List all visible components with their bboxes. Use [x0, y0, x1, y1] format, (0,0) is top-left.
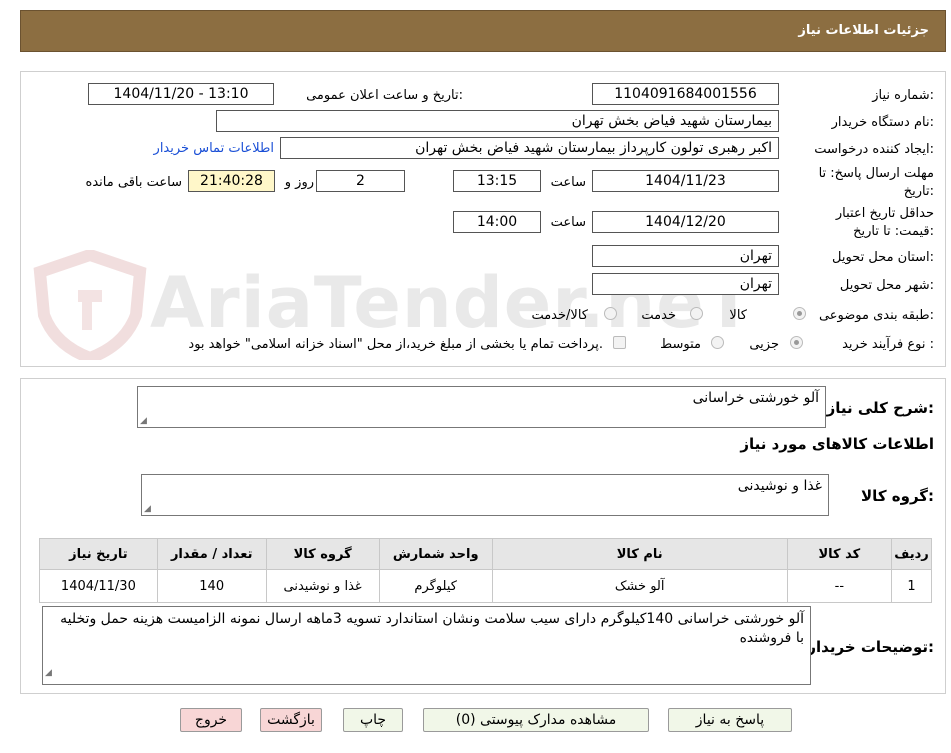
- buyer-notes-label: توضیحات خریدار:: [807, 638, 934, 656]
- page-header: جزئیات اطلاعات نیاز: [20, 10, 946, 52]
- table-row[interactable]: 1 -- آلو خشک کیلوگرم غذا و نوشیدنی 140 1…: [39, 569, 932, 603]
- cell-row-number: 1: [891, 569, 932, 603]
- goods-info-title: اطلاعات کالاهای مورد نیاز: [740, 435, 934, 453]
- col-header-group: گروه کالا: [265, 538, 380, 570]
- cell-name: آلو خشک: [491, 569, 788, 603]
- watermark-shield-icon: [30, 248, 150, 365]
- buyer-notes-text: آلو خورشتی خراسانی 140کیلوگرم دارای سیب …: [60, 611, 804, 646]
- treasury-payment-note: پرداخت تمام یا بخشی از مبلغ خرید،از محل …: [188, 337, 603, 352]
- deadline-time-label: ساعت: [550, 175, 586, 190]
- category-option-service: خدمت: [641, 308, 676, 323]
- print-button[interactable]: چاپ: [343, 708, 403, 732]
- resize-grip-icon: ◢: [140, 416, 147, 426]
- province-label: استان محل تحویل:: [832, 250, 934, 265]
- col-header-need-date: تاریخ نیاز: [39, 538, 158, 570]
- category-radio-goods-service[interactable]: [604, 307, 617, 320]
- process-radio-medium[interactable]: [711, 336, 724, 349]
- deadline-label: مهلت ارسال پاسخ: تا تاریخ:: [818, 166, 934, 199]
- validity-time-field: 14:00: [453, 211, 541, 233]
- city-label: شهر محل تحویل:: [839, 278, 934, 293]
- buyer-org-label: نام دستگاه خریدار:: [831, 115, 934, 130]
- buyer-contact-link[interactable]: اطلاعات تماس خریدار: [154, 141, 274, 156]
- reply-to-need-button[interactable]: پاسخ به نیاز: [668, 708, 792, 732]
- buyer-org-field: بیمارستان شهید فیاض بخش تهران: [216, 110, 779, 132]
- announce-label: تاریخ و ساعت اعلان عمومی:: [306, 88, 463, 103]
- buyer-notes-textarea: آلو خورشتی خراسانی 140کیلوگرم دارای سیب …: [42, 606, 811, 685]
- process-radio-partial[interactable]: [790, 336, 803, 349]
- city-field: تهران: [592, 273, 779, 295]
- category-option-goods: کالا: [729, 308, 747, 323]
- goods-group-text: غذا و نوشیدنی: [737, 478, 822, 494]
- category-option-goods-service: کالا/خدمت: [531, 308, 588, 323]
- treasury-payment-checkbox[interactable]: [613, 336, 626, 349]
- summary-label: شرح کلی نیاز:: [826, 399, 934, 417]
- process-label: نوع فرآیند خرید :: [842, 337, 934, 352]
- col-header-code: کد کالا: [786, 538, 893, 570]
- category-radio-service[interactable]: [690, 307, 703, 320]
- page-title: جزئیات اطلاعات نیاز: [798, 23, 929, 38]
- items-table: ردیف کد کالا نام کالا واحد شمارش گروه کا…: [39, 538, 932, 603]
- cell-quantity: 140: [156, 569, 267, 603]
- need-number-label: شماره نیاز:: [872, 88, 934, 103]
- remaining-label: ساعت باقی مانده: [85, 175, 182, 190]
- validity-date-field: 1404/12/20: [592, 211, 779, 233]
- cell-unit: کیلوگرم: [378, 569, 493, 603]
- validity-label: حداقل تاریخ اعتبار قیمت: تا تاریخ:: [835, 206, 934, 239]
- back-button[interactable]: بازگشت: [260, 708, 322, 732]
- days-label: روز و: [284, 175, 314, 190]
- col-header-name: نام کالا: [491, 538, 788, 570]
- process-option-medium: متوسط: [660, 337, 701, 352]
- remaining-time-field: 21:40:28: [188, 170, 275, 192]
- creator-field: اکبر رهبری تولون کارپرداز بیمارستان شهید…: [280, 137, 779, 159]
- category-radio-goods[interactable]: [793, 307, 806, 320]
- cell-need-date: 1404/11/30: [39, 569, 158, 603]
- col-header-row-number: ردیف: [891, 538, 932, 570]
- process-option-partial: جزیی: [749, 337, 779, 352]
- summary-text: آلو خورشتی خراسانی: [692, 390, 819, 406]
- cell-code: --: [786, 569, 893, 603]
- need-number-field: 1104091684001556: [592, 83, 779, 105]
- days-field: 2: [316, 170, 405, 192]
- exit-button[interactable]: خروج: [180, 708, 242, 732]
- deadline-time-field: 13:15: [453, 170, 541, 192]
- resize-grip-icon: ◢: [144, 504, 151, 514]
- view-attachments-button[interactable]: مشاهده مدارک پیوستی (0): [423, 708, 649, 732]
- validity-time-label: ساعت: [550, 215, 586, 230]
- resize-grip-icon: ◢: [45, 668, 52, 678]
- cell-group: غذا و نوشیدنی: [265, 569, 380, 603]
- items-table-header-row: ردیف کد کالا نام کالا واحد شمارش گروه کا…: [39, 538, 932, 570]
- col-header-quantity: تعداد / مقدار: [156, 538, 267, 570]
- goods-group-textarea: غذا و نوشیدنی ◢: [141, 474, 829, 516]
- col-header-unit: واحد شمارش: [378, 538, 493, 570]
- goods-group-label: گروه کالا:: [861, 487, 934, 505]
- province-field: تهران: [592, 245, 779, 267]
- deadline-date-field: 1404/11/23: [592, 170, 779, 192]
- announce-datetime-field: 1404/11/20 - 13:10: [88, 83, 274, 105]
- summary-textarea: آلو خورشتی خراسانی ◢: [137, 386, 826, 428]
- category-label: طبقه بندی موضوعی:: [818, 308, 934, 323]
- creator-label: ایجاد کننده درخواست:: [814, 142, 934, 157]
